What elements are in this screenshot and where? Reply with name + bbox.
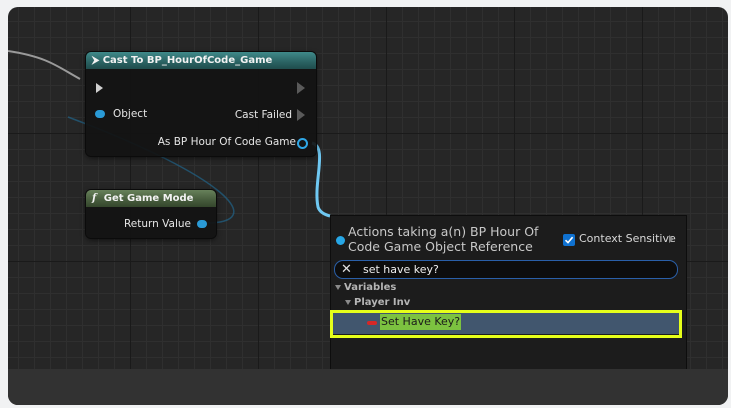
bottom-bar (8, 369, 728, 405)
cast-failed-exec-pin[interactable] (297, 109, 305, 121)
action-search-input[interactable]: ✕ set have key? (334, 260, 678, 279)
object-pin-label: Object (113, 108, 148, 120)
get-game-mode-node[interactable]: f Get Game Mode Return Value (86, 190, 216, 238)
context-sensitive-label[interactable]: Context Sensitive (579, 232, 676, 245)
exec-input-pin[interactable] (96, 83, 103, 93)
cast-icon: ⮞ (92, 55, 100, 66)
context-sensitive-checkbox[interactable] (563, 234, 575, 246)
clear-search-icon[interactable]: ✕ (341, 262, 352, 277)
category-player-inv[interactable]: Player Inv (345, 297, 410, 308)
subcategory-label: Player Inv (354, 297, 411, 308)
object-input-pin[interactable] (95, 110, 105, 118)
category-variables[interactable]: Variables (335, 282, 396, 293)
action-result-set-have-key[interactable]: Set Have Key? (330, 310, 682, 338)
exec-wire (8, 50, 81, 80)
cast-node-header[interactable]: ⮞ Cast To BP_HourOfCode_Game (86, 52, 316, 69)
cast-node-title: Cast To BP_HourOfCode_Game (102, 55, 273, 66)
as-bp-pin-label: As BP Hour Of Code Game (157, 136, 296, 148)
as-bp-output-pin[interactable] (297, 138, 308, 149)
expand-icon (335, 284, 341, 290)
blueprint-graph-canvas[interactable]: ⮞ Cast To BP_HourOfCode_Game Object Cast… (8, 7, 728, 405)
category-label: Variables (344, 282, 397, 293)
exec-output-pin[interactable] (297, 82, 305, 94)
expand-icon (345, 299, 351, 305)
context-sensitive-arrow-icon[interactable] (669, 235, 674, 243)
cast-node[interactable]: ⮞ Cast To BP_HourOfCode_Game Object Cast… (86, 52, 316, 156)
action-menu-title: Actions taking a(n) BP Hour Of Code Game… (348, 224, 539, 254)
get-game-mode-header[interactable]: f Get Game Mode (86, 190, 216, 207)
search-value[interactable]: set have key? (363, 262, 439, 277)
cast-failed-pin-label: Cast Failed (234, 109, 292, 121)
object-reference-icon (336, 236, 345, 245)
return-value-label: Return Value (123, 218, 191, 230)
checkmark-icon (564, 236, 574, 244)
result-label: Set Have Key? (380, 314, 462, 330)
action-menu[interactable]: Actions taking a(n) BP Hour Of Code Game… (330, 215, 687, 377)
get-game-mode-title: Get Game Mode (103, 193, 194, 204)
function-icon: f (92, 193, 97, 204)
return-value-pin[interactable] (197, 220, 207, 228)
boolean-variable-icon (367, 321, 377, 325)
